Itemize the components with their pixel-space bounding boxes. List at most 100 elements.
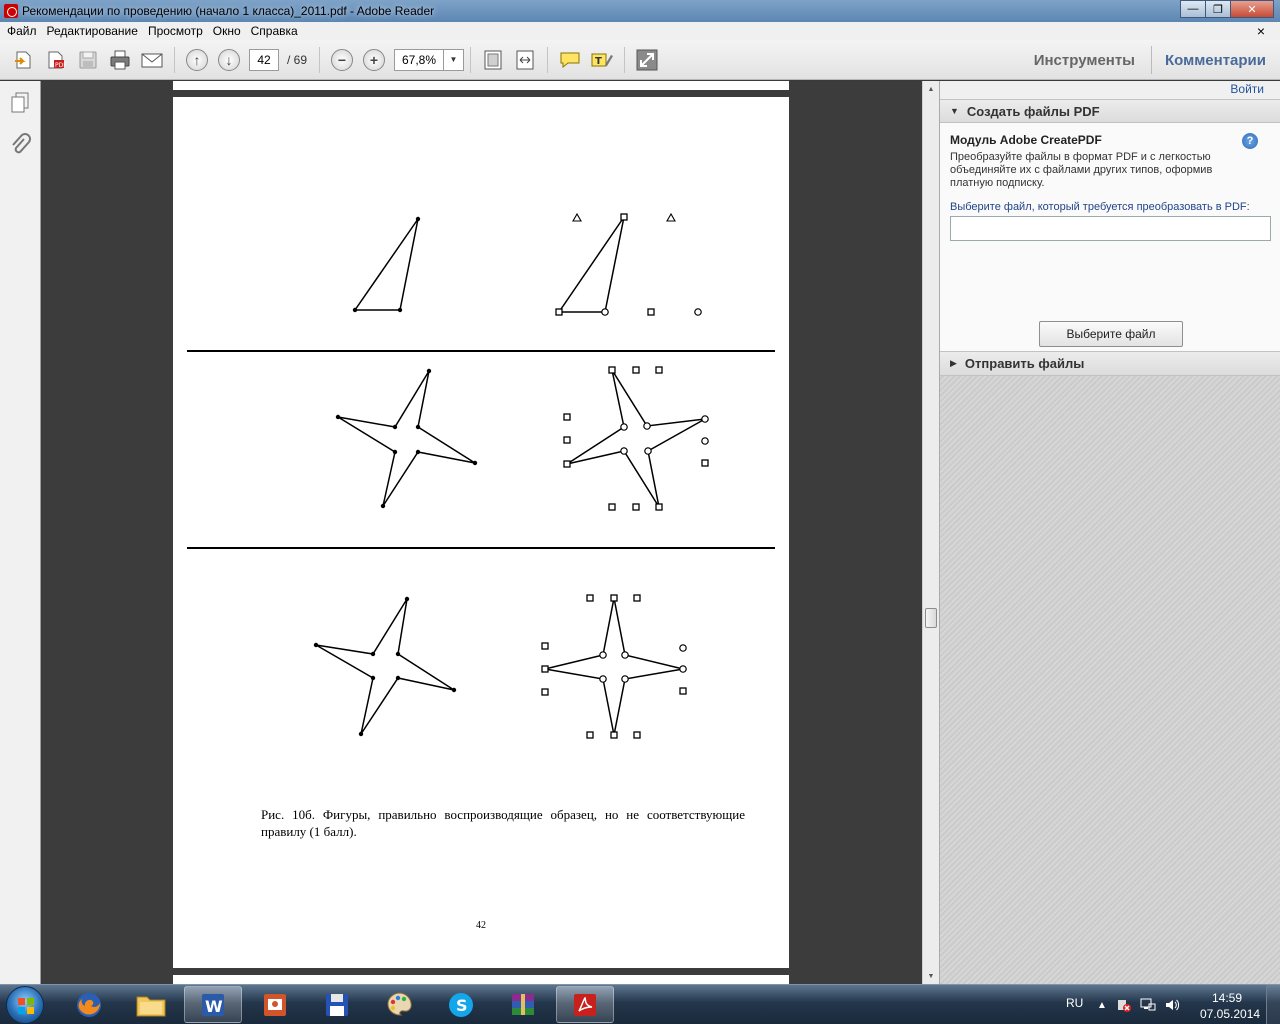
zoom-out-button[interactable]: − <box>329 47 355 73</box>
document-close-button[interactable]: × <box>1252 23 1270 39</box>
create-pdf-section-title: Создать файлы PDF <box>966 103 1100 119</box>
document-view[interactable]: Рис. 10б. Фигуры, правильно воспроизводя… <box>42 81 922 984</box>
grid-square-marker <box>632 366 640 374</box>
zoom-in-button[interactable]: + <box>361 47 387 73</box>
star-vertex <box>370 651 376 657</box>
scroll-down-icon[interactable]: ▼ <box>923 968 939 984</box>
sample-star <box>337 370 476 507</box>
comment-icon[interactable] <box>557 47 583 73</box>
menu-edit[interactable]: Редактирование <box>42 24 143 38</box>
send-files-section-title: Отправить файлы <box>964 356 1085 371</box>
show-desktop-button[interactable] <box>1266 985 1280 1024</box>
login-link[interactable]: Войти <box>1230 82 1264 96</box>
network-icon[interactable] <box>1140 997 1156 1013</box>
show-hidden-icons-icon[interactable]: ▲ <box>1094 997 1110 1013</box>
choose-file-button[interactable]: Выберите файл <box>1039 321 1183 347</box>
chevron-down-icon[interactable]: ▼ <box>443 49 463 70</box>
save-icon[interactable] <box>75 47 101 73</box>
star-vertex <box>415 424 421 430</box>
folder-icon <box>136 996 166 1016</box>
fit-width-icon[interactable] <box>512 47 538 73</box>
create-pdf-section-header[interactable]: ▼ Создать файлы PDF <box>940 99 1280 123</box>
taskbar-winrar[interactable] <box>494 986 552 1023</box>
clock-time[interactable]: 14:59 <box>1212 991 1242 1005</box>
star-vertex <box>415 449 421 455</box>
scroll-up-icon[interactable]: ▲ <box>923 81 939 97</box>
maximize-button[interactable]: ❐ <box>1205 0 1231 18</box>
grid-square-marker <box>563 413 571 421</box>
language-indicator[interactable]: RU <box>1066 996 1083 1010</box>
clock-date[interactable]: 07.05.2014 <box>1200 1007 1260 1021</box>
minimize-button[interactable]: — <box>1180 0 1206 18</box>
taskbar-skype[interactable]: S <box>432 986 490 1023</box>
file-path-field[interactable] <box>950 216 1271 241</box>
taskbar-floppy-app[interactable] <box>308 986 366 1023</box>
email-icon[interactable] <box>139 47 165 73</box>
open-icon[interactable] <box>11 47 37 73</box>
module-description: Преобразуйте файлы в формат PDF и с легк… <box>950 151 1213 189</box>
comments-pane-button[interactable]: Комментарии <box>1165 52 1266 69</box>
taskbar-firefox[interactable] <box>60 986 118 1023</box>
zoom-select[interactable]: ▼ <box>394 48 465 71</box>
highlight-text-icon[interactable]: T <box>589 47 615 73</box>
start-button[interactable] <box>6 986 44 1024</box>
full-screen-icon[interactable] <box>634 47 660 73</box>
create-pdf-icon[interactable]: PDF <box>43 47 69 73</box>
grid-circle-marker <box>694 308 702 316</box>
attachments-icon[interactable] <box>8 133 32 157</box>
help-icon[interactable]: ? <box>1242 133 1258 149</box>
grid-square-marker <box>655 366 663 374</box>
menu-view[interactable]: Просмотр <box>143 24 208 38</box>
grid-square-marker <box>563 460 571 468</box>
scroll-thumb[interactable] <box>925 608 937 628</box>
floppy-disk-icon <box>326 993 348 1016</box>
grid-circle-marker <box>643 422 651 430</box>
page-total: / 69 <box>287 52 308 67</box>
previous-page-edge <box>173 81 789 90</box>
page-number-input[interactable] <box>249 48 279 71</box>
taskbar-powerpoint[interactable] <box>246 986 304 1023</box>
acrobat-app-icon[interactable] <box>4 4 18 18</box>
taskbar-word[interactable]: W <box>184 986 242 1023</box>
svg-text:T: T <box>595 56 602 67</box>
taskbar-explorer[interactable] <box>122 986 180 1023</box>
menu-help[interactable]: Справка <box>246 24 303 38</box>
menu-window[interactable]: Окно <box>208 24 246 38</box>
menu-file[interactable]: Файл <box>2 24 42 38</box>
page-thumbnails-icon[interactable] <box>8 91 32 115</box>
toolbar-separator <box>547 46 549 73</box>
previous-page-button[interactable]: ↑ <box>184 47 210 73</box>
figure-drawing <box>187 212 775 739</box>
grid-square-marker <box>541 688 549 696</box>
arrow-up-icon: ↑ <box>186 48 208 71</box>
zoom-input[interactable] <box>395 49 444 70</box>
grid-circle-marker <box>599 651 607 659</box>
triangle-vertex <box>415 216 421 222</box>
grid-square-marker <box>701 459 709 467</box>
navigation-pane <box>0 81 41 984</box>
grid-circle-marker <box>701 437 709 445</box>
grid-square-marker <box>608 503 616 511</box>
taskbar-adobe-reader[interactable] <box>556 986 614 1023</box>
toolbar-separator <box>470 46 472 73</box>
grid-circle-marker <box>620 447 628 455</box>
tools-pane-button[interactable]: Инструменты <box>1034 52 1135 69</box>
star-vertex <box>392 449 398 455</box>
send-files-section-header[interactable]: ▶ Отправить файлы <box>940 352 1280 376</box>
volume-icon[interactable] <box>1164 997 1180 1013</box>
fit-page-icon[interactable] <box>480 47 506 73</box>
grid-square-marker <box>563 436 571 444</box>
grid-square-marker <box>633 731 641 739</box>
vertical-scrollbar[interactable]: ▲ ▼ <box>922 81 939 984</box>
print-icon[interactable] <box>107 47 133 73</box>
taskbar-paint[interactable] <box>370 986 428 1023</box>
close-button[interactable]: ✕ <box>1230 0 1274 18</box>
pdf-page: Рис. 10б. Фигуры, правильно воспроизводя… <box>173 97 789 968</box>
toolbar-separator <box>1151 46 1152 74</box>
next-page-button[interactable]: ↓ <box>216 47 242 73</box>
action-center-icon[interactable] <box>1116 997 1132 1013</box>
grid-circle-marker <box>599 675 607 683</box>
grid-square-marker <box>610 594 618 602</box>
svg-text:PDF: PDF <box>55 62 67 69</box>
arrow-down-icon: ↓ <box>218 48 240 71</box>
